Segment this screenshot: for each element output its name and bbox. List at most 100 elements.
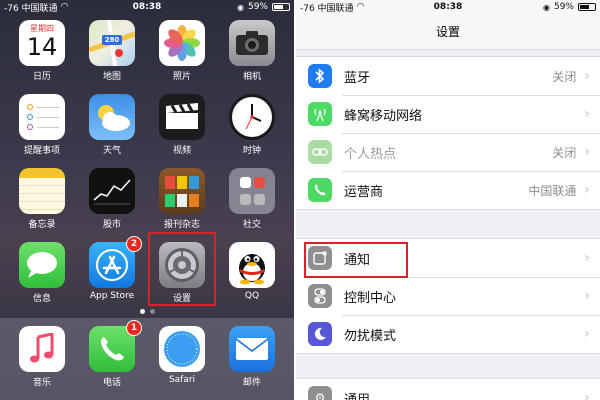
page-dot bbox=[139, 309, 145, 314]
calendar-weekday: 星期四 bbox=[30, 23, 54, 33]
newsstand-icon bbox=[159, 168, 205, 214]
notes-icon bbox=[19, 168, 65, 214]
settings-row-general[interactable]: ⚙ 通用 › bbox=[296, 379, 600, 400]
app-photos[interactable]: 照片 bbox=[150, 20, 214, 82]
settings-group-general: ⚙ 通用 › bbox=[296, 378, 600, 400]
chevron-right-icon: › bbox=[584, 182, 590, 198]
row-value: 中国联通 bbox=[528, 183, 577, 198]
app-label: 照片 bbox=[172, 72, 191, 82]
wifi-icon: ◠ bbox=[60, 2, 69, 12]
calendar-day: 14 bbox=[26, 32, 58, 61]
app-settings[interactable]: 设置 bbox=[150, 242, 214, 304]
phone-icon bbox=[308, 178, 332, 202]
battery-icon bbox=[578, 3, 596, 11]
row-label: 通知 bbox=[344, 252, 371, 268]
settings-row-cellular[interactable]: 蜂窝移动网络 › bbox=[296, 95, 600, 133]
status-bar: -76 中国联通 ◠ 08:38 ◉ 59% bbox=[296, 0, 600, 14]
reminders-icon bbox=[19, 94, 65, 140]
messages-icon bbox=[19, 242, 65, 288]
carrier-signal: -76 中国联通 ◠ bbox=[4, 1, 68, 14]
chevron-right-icon: › bbox=[584, 144, 590, 160]
app-label: 报刊杂志 bbox=[163, 220, 200, 230]
app-videos[interactable]: 视频 bbox=[150, 94, 214, 156]
chevron-right-icon: › bbox=[584, 68, 590, 84]
cellular-icon bbox=[308, 102, 332, 126]
settings-row-notifications[interactable]: 通知 › bbox=[296, 239, 600, 277]
hotspot-icon bbox=[308, 140, 332, 164]
stocks-icon bbox=[89, 168, 135, 214]
chevron-right-icon: › bbox=[584, 390, 590, 400]
dock-app-phone[interactable]: 1 电话 bbox=[80, 320, 144, 388]
settings-row-carrier[interactable]: 运营商 中国联通 › bbox=[296, 171, 600, 209]
row-label: 通用 bbox=[344, 392, 371, 400]
app-label: 音乐 bbox=[32, 378, 51, 388]
app-notes[interactable]: 备忘录 bbox=[10, 168, 74, 230]
carrier-text: -76 中国联通 bbox=[300, 3, 354, 14]
carrier-signal: -76 中国联通 ◠ bbox=[300, 1, 364, 14]
app-newsstand[interactable]: 报刊杂志 bbox=[150, 168, 214, 230]
app-reminders[interactable]: 提醒事项 bbox=[10, 94, 74, 156]
app-messages[interactable]: 信息 bbox=[10, 242, 74, 304]
wifi-icon: ◠ bbox=[356, 2, 365, 12]
settings-row-control-center[interactable]: 控制中心 › bbox=[296, 277, 600, 315]
battery-percent: 59% bbox=[247, 2, 268, 12]
row-label: 个人热点 bbox=[344, 146, 397, 162]
maps-icon: 280 bbox=[89, 20, 135, 66]
app-label: 相机 bbox=[242, 72, 261, 82]
social-folder-icon bbox=[229, 168, 275, 214]
nav-bar: 设置 bbox=[296, 14, 600, 50]
dock-app-safari[interactable]: Safari bbox=[150, 326, 214, 385]
app-label: 备忘录 bbox=[28, 220, 56, 230]
settings-screen: -76 中国联通 ◠ 08:38 ◉ 59% 设置 蓝牙 关闭 › 蜂窝移动网络… bbox=[296, 0, 600, 400]
status-bar: -76 中国联通 ◠ 08:38 ◉ 59% bbox=[0, 0, 294, 14]
chevron-right-icon: › bbox=[584, 250, 590, 266]
home-screen: -76 中国联通 ◠ 08:38 ◉ 59% 星期四 14 日历 280 地图 bbox=[0, 0, 294, 400]
app-stocks[interactable]: 股市 bbox=[80, 168, 144, 230]
page-indicator[interactable] bbox=[0, 309, 294, 314]
row-value: 关闭 bbox=[552, 145, 577, 160]
app-social-folder[interactable]: 社交 bbox=[220, 168, 284, 230]
settings-row-bluetooth[interactable]: 蓝牙 关闭 › bbox=[296, 57, 600, 95]
row-label: 运营商 bbox=[344, 184, 384, 200]
calendar-icon: 星期四 14 bbox=[19, 20, 65, 66]
settings-group-system: 通知 › 控制中心 › 勿扰模式 › bbox=[296, 238, 600, 354]
weather-icon bbox=[89, 94, 135, 140]
settings-row-hotspot[interactable]: 个人热点 关闭 › bbox=[296, 133, 600, 171]
app-label: 电话 bbox=[102, 378, 121, 388]
settings-gear-icon bbox=[159, 242, 205, 288]
app-label: 提醒事项 bbox=[23, 146, 60, 156]
settings-row-do-not-disturb[interactable]: 勿扰模式 › bbox=[296, 315, 600, 353]
app-label: 社交 bbox=[242, 220, 261, 230]
mail-icon bbox=[229, 326, 275, 372]
app-calendar[interactable]: 星期四 14 日历 bbox=[10, 20, 74, 82]
app-label: 日历 bbox=[32, 72, 51, 82]
carrier-text: -76 中国联通 bbox=[4, 3, 58, 14]
app-app-store[interactable]: 2 App Store bbox=[80, 236, 144, 301]
app-label: 视频 bbox=[172, 146, 191, 156]
app-camera[interactable]: 相机 bbox=[220, 20, 284, 82]
chevron-right-icon: › bbox=[584, 326, 590, 342]
photos-icon bbox=[159, 20, 205, 66]
app-label: Safari bbox=[168, 375, 196, 385]
row-label: 勿扰模式 bbox=[344, 328, 397, 344]
row-label: 控制中心 bbox=[344, 290, 397, 306]
dock-app-mail[interactable]: 邮件 bbox=[220, 326, 284, 388]
app-label: 邮件 bbox=[242, 378, 261, 388]
app-qq[interactable]: QQ bbox=[220, 242, 284, 301]
app-weather[interactable]: 天气 bbox=[80, 94, 144, 156]
dock-app-music[interactable]: 音乐 bbox=[10, 326, 74, 388]
app-label: 设置 bbox=[172, 294, 191, 304]
battery-percent: 59% bbox=[553, 2, 574, 12]
app-clock[interactable]: 时钟 bbox=[220, 94, 284, 156]
moon-icon bbox=[308, 322, 332, 346]
app-label: App Store bbox=[89, 291, 135, 301]
app-maps[interactable]: 280 地图 bbox=[80, 20, 144, 82]
app-label: 股市 bbox=[102, 220, 121, 230]
rotation-lock-icon: ◉ bbox=[543, 2, 550, 12]
notification-badge: 1 bbox=[126, 320, 142, 336]
chevron-right-icon: › bbox=[584, 288, 590, 304]
safari-icon bbox=[159, 326, 205, 372]
chevron-right-icon: › bbox=[584, 106, 590, 122]
bluetooth-icon bbox=[308, 64, 332, 88]
notifications-icon bbox=[308, 246, 332, 270]
